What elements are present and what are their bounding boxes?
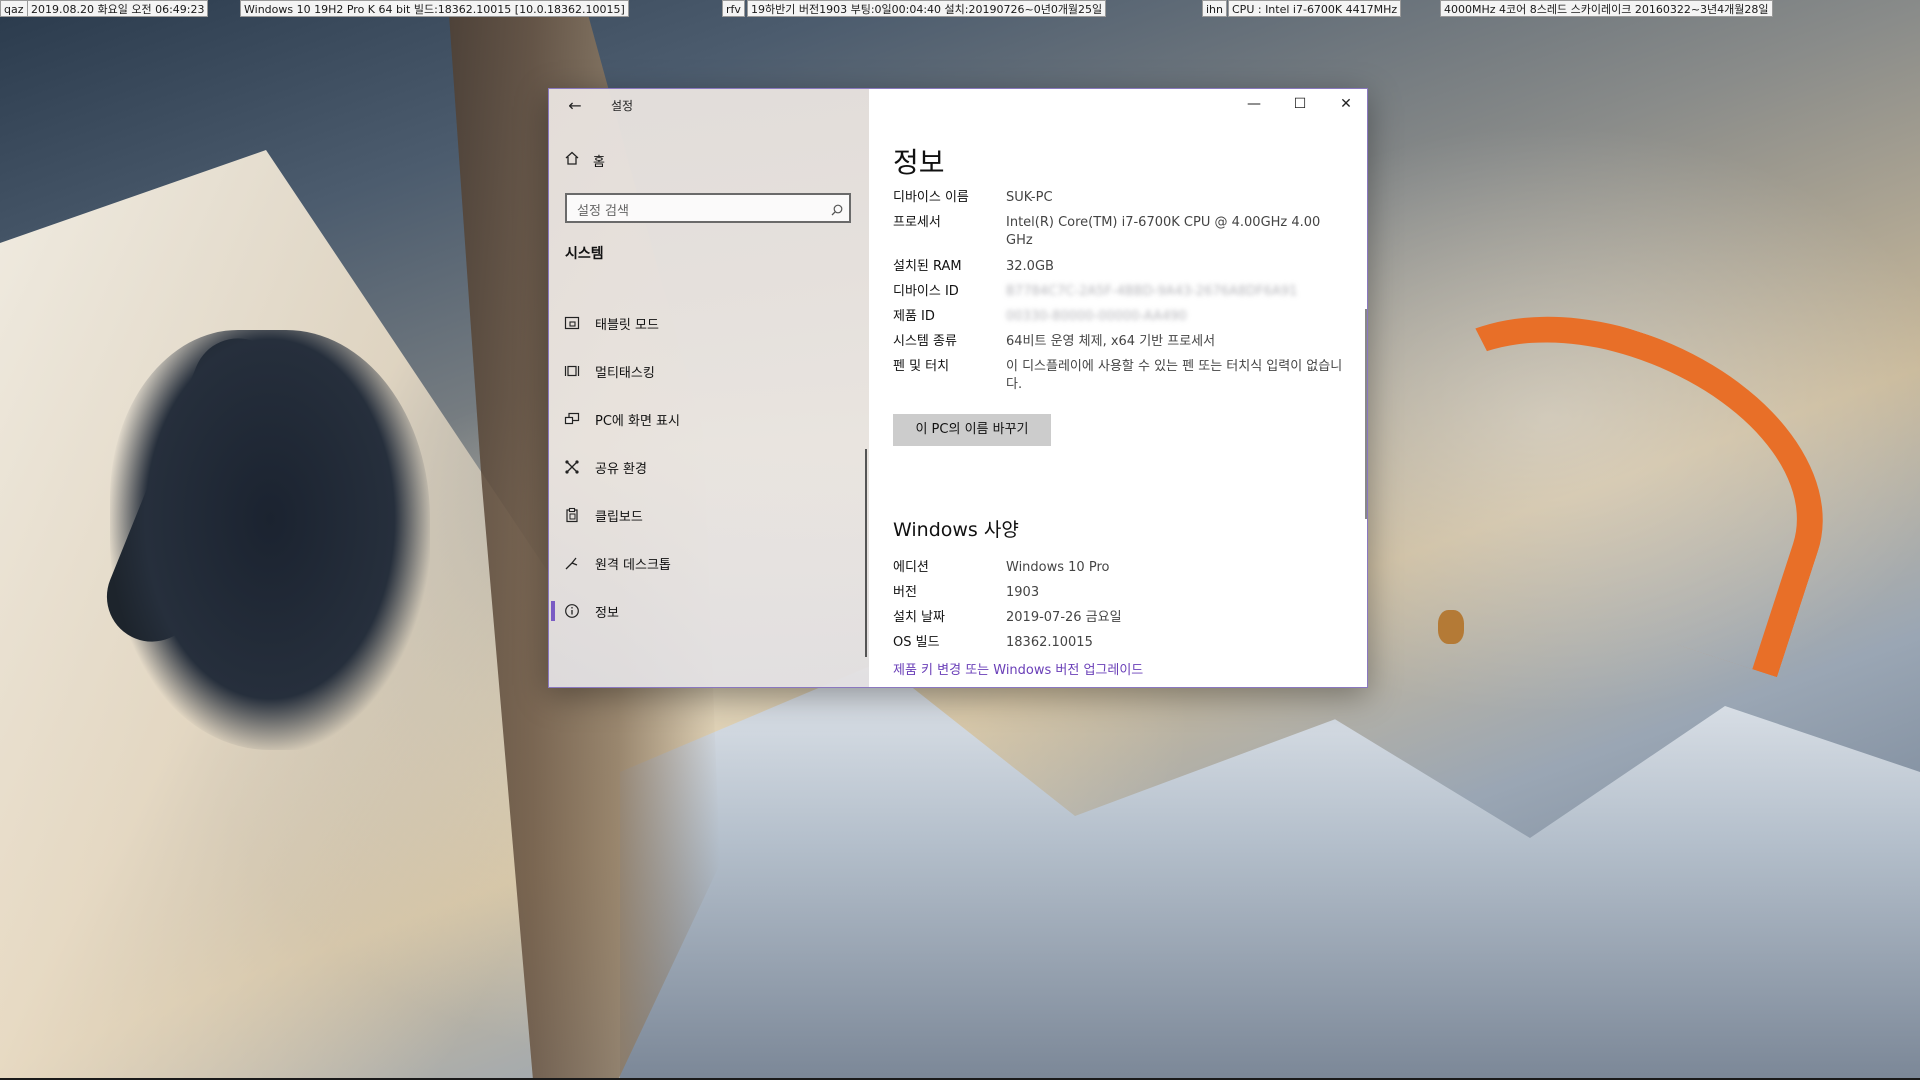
multitasking-icon	[563, 362, 581, 380]
snowboarder-figure	[110, 330, 430, 750]
page-title: 정보	[893, 146, 945, 179]
close-button[interactable]: ✕	[1323, 89, 1367, 119]
spec-row-pen-touch: 펜 및 터치 이 디스플레이에 사용할 수 있는 펜 또는 터치식 입력이 없습…	[893, 358, 1343, 394]
info-icon	[563, 602, 581, 620]
content-scrollbar[interactable]	[1365, 309, 1367, 519]
sidebar-item-label: PC에 화면 표시	[595, 413, 680, 429]
search-icon	[831, 201, 843, 216]
spec-label: 제품 ID	[893, 309, 935, 324]
spec-row-version: 버전 1903	[893, 584, 1343, 602]
spec-row-os-build: OS 빌드 18362.10015	[893, 634, 1343, 652]
spec-label: 디바이스 ID	[893, 284, 959, 299]
tablet-mode-icon	[563, 314, 581, 332]
paraglider-wing	[1356, 268, 1866, 678]
spec-row-processor: 프로세서 Intel(R) Core(TM) i7-6700K CPU @ 4.…	[893, 214, 1343, 250]
settings-sidebar: ← 설정 홈 설정 검색 시스템 태블릿 모드 멀티태스킹 PC에 화면 표시 …	[549, 89, 869, 687]
clipboard-icon	[563, 506, 581, 524]
paraglider-pilot	[1438, 610, 1464, 644]
spec-value[interactable]: 64비트 운영 체제, x64 기반 프로세서	[1006, 333, 1343, 351]
topbar-item[interactable]: Windows 10 19H2 Pro K 64 bit 빌드:18362.10…	[240, 0, 629, 17]
spec-row-edition: 에디션 Windows 10 Pro	[893, 559, 1343, 577]
spec-value[interactable]: 2019-07-26 금요일	[1006, 609, 1343, 627]
spec-row-product-id: 제품 ID 00330-80000-00000-AA490	[893, 308, 1343, 326]
spec-value[interactable]: SUK-PC	[1006, 189, 1343, 207]
spec-label: 설치 날짜	[893, 610, 945, 625]
minimize-button[interactable]: —	[1231, 89, 1277, 119]
spec-value[interactable]: 32.0GB	[1006, 258, 1343, 276]
settings-search-input[interactable]: 설정 검색	[565, 193, 851, 223]
sidebar-item-shared-experiences[interactable]: 공유 환경	[549, 443, 869, 491]
spec-value[interactable]: 이 디스플레이에 사용할 수 있는 펜 또는 터치식 입력이 없습니다.	[1006, 358, 1343, 394]
sidebar-item-clipboard[interactable]: 클립보드	[549, 491, 869, 539]
sidebar-item-label: 클립보드	[595, 509, 643, 525]
sidebar-scrollbar[interactable]	[865, 449, 867, 657]
spec-row-device-id: 디바이스 ID B7784C7C-2A5F-4BBD-9A43-2676A8DF…	[893, 283, 1343, 301]
spec-label: 설치된 RAM	[893, 259, 962, 274]
window-controls: — ☐ ✕	[1231, 89, 1367, 119]
sidebar-item-label: 공유 환경	[595, 461, 647, 477]
sidebar-item-label: 태블릿 모드	[595, 317, 659, 333]
home-label: 홈	[593, 154, 605, 170]
sidebar-nav: 태블릿 모드 멀티태스킹 PC에 화면 표시 공유 환경 클립보드 원격 데스크…	[549, 299, 869, 635]
top-info-bar: qaz 2019.08.20 화요일 오전 06:49:23 Windows 1…	[0, 0, 1920, 18]
spec-value-blurred[interactable]: 00330-80000-00000-AA490	[1006, 308, 1343, 326]
spec-value[interactable]: 18362.10015	[1006, 634, 1343, 652]
mountain-range	[620, 662, 1920, 1080]
settings-window: ← 설정 홈 설정 검색 시스템 태블릿 모드 멀티태스킹 PC에 화면 표시 …	[548, 88, 1368, 688]
sidebar-section-title: 시스템	[565, 246, 604, 262]
sidebar-item-label: 원격 데스크톱	[595, 557, 671, 573]
remote-desktop-icon	[563, 554, 581, 572]
maximize-button[interactable]: ☐	[1277, 89, 1323, 119]
sidebar-item-label: 멀티태스킹	[595, 365, 655, 381]
spec-label: 펜 및 터치	[893, 359, 950, 374]
topbar-item[interactable]: 4000MHz 4코어 8스레드 스카이레이크 20160322~3년4개월28…	[1440, 0, 1773, 17]
sidebar-item-about[interactable]: 정보	[549, 587, 869, 635]
windows-specs-heading: Windows 사양	[893, 519, 1019, 541]
topbar-item[interactable]: rfv	[722, 0, 745, 17]
sidebar-item-tablet-mode[interactable]: 태블릿 모드	[549, 299, 869, 347]
sidebar-item-remote-desktop[interactable]: 원격 데스크톱	[549, 539, 869, 587]
shared-experiences-icon	[563, 458, 581, 476]
sidebar-item-project[interactable]: PC에 화면 표시	[549, 395, 869, 443]
window-title: 설정	[611, 99, 634, 113]
spec-label: 에디션	[893, 560, 929, 575]
spec-label: OS 빌드	[893, 635, 940, 650]
project-icon	[563, 410, 581, 428]
home-link[interactable]: 홈	[563, 149, 605, 171]
spec-value[interactable]: 1903	[1006, 584, 1343, 602]
back-arrow-icon[interactable]: ←	[563, 95, 587, 117]
spec-row-device-name: 디바이스 이름 SUK-PC	[893, 189, 1343, 207]
sidebar-item-multitasking[interactable]: 멀티태스킹	[549, 347, 869, 395]
spec-label: 시스템 종류	[893, 334, 957, 349]
spec-label: 디바이스 이름	[893, 190, 969, 205]
upgrade-edition-link[interactable]: 제품 키 변경 또는 Windows 버전 업그레이드	[893, 659, 1143, 678]
spec-row-system-type: 시스템 종류 64비트 운영 체제, x64 기반 프로세서	[893, 333, 1343, 351]
home-icon	[563, 150, 581, 170]
spec-row-install-date: 설치 날짜 2019-07-26 금요일	[893, 609, 1343, 627]
rename-pc-button[interactable]: 이 PC의 이름 바꾸기	[893, 414, 1051, 446]
settings-content: — ☐ ✕ 정보 디바이스 이름 SUK-PC 프로세서 Intel(R) Co…	[869, 89, 1367, 687]
topbar-item[interactable]: 19하반기 버전1903 부팅:0일00:04:40 설치:20190726~0…	[747, 0, 1107, 17]
topbar-item[interactable]: CPU : Intel i7-6700K 4417MHz	[1228, 0, 1402, 17]
spec-label: 버전	[893, 585, 917, 600]
topbar-item[interactable]: 2019.08.20 화요일 오전 06:49:23	[27, 0, 209, 17]
spec-value[interactable]: Windows 10 Pro	[1006, 559, 1343, 577]
spec-value-blurred[interactable]: B7784C7C-2A5F-4BBD-9A43-2676A8DF6A91	[1006, 283, 1343, 301]
topbar-item[interactable]: qaz	[0, 0, 28, 17]
spec-row-ram: 설치된 RAM 32.0GB	[893, 258, 1343, 276]
sidebar-item-label: 정보	[595, 605, 619, 621]
spec-label: 프로세서	[893, 215, 941, 230]
topbar-item[interactable]: ihn	[1202, 0, 1227, 17]
search-placeholder: 설정 검색	[577, 204, 629, 219]
spec-value[interactable]: Intel(R) Core(TM) i7-6700K CPU @ 4.00GHz…	[1006, 214, 1343, 250]
